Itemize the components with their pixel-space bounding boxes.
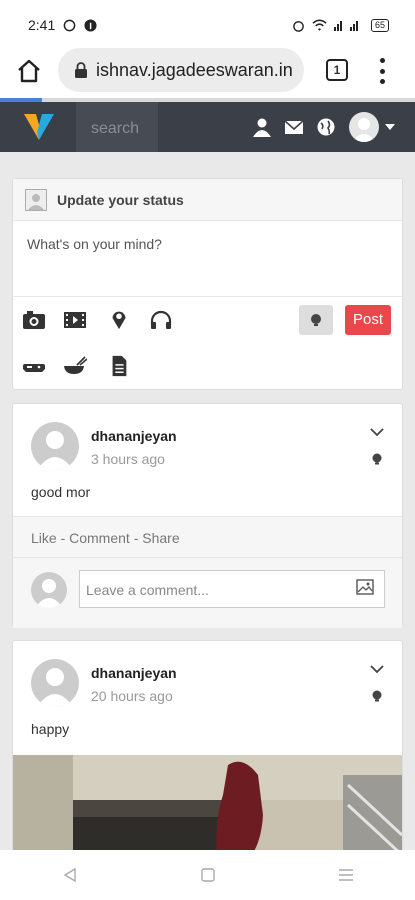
- system-nav-bar: [0, 850, 415, 900]
- address-bar[interactable]: ishnav.jagadeeswaran.in: [58, 48, 304, 92]
- author-avatar[interactable]: [31, 422, 79, 470]
- post-card: dhananjeyan 20 hours ago happy: [12, 640, 403, 865]
- alarm-icon: [293, 20, 304, 32]
- wifi-icon: [312, 19, 327, 31]
- tab-switcher-button[interactable]: 1: [326, 59, 348, 81]
- url-text: ishnav.jagadeeswaran.in: [96, 59, 293, 80]
- location-icon[interactable]: [107, 308, 131, 330]
- video-icon[interactable]: [63, 309, 87, 331]
- game-icon[interactable]: [22, 355, 46, 377]
- globe-icon[interactable]: [316, 117, 336, 137]
- post-photo[interactable]: [13, 755, 402, 865]
- document-icon[interactable]: [107, 355, 131, 377]
- site-navbar: search: [0, 102, 415, 152]
- status-update-card: Update your status What's on your mind? …: [12, 178, 403, 390]
- home-icon[interactable]: [16, 58, 42, 84]
- avatar: [31, 572, 67, 608]
- post-card: dhananjeyan 3 hours ago good mor Like - …: [12, 403, 403, 628]
- post-author[interactable]: dhananjeyan: [91, 428, 177, 444]
- status-card-title: Update your status: [57, 191, 184, 208]
- comment-row: Leave a comment...: [13, 558, 402, 628]
- menu-icon[interactable]: [378, 58, 386, 84]
- site-logo[interactable]: [22, 110, 56, 144]
- post-time: 3 hours ago: [91, 451, 165, 467]
- globe-icon: [311, 314, 321, 326]
- battery-indicator: 65: [370, 18, 389, 32]
- privacy-button[interactable]: [299, 305, 333, 335]
- image-upload-icon[interactable]: [356, 579, 374, 595]
- user-icon[interactable]: [252, 117, 272, 137]
- post-author[interactable]: dhananjeyan: [91, 665, 177, 681]
- author-avatar[interactable]: [31, 659, 79, 707]
- chevron-down-icon[interactable]: [369, 663, 385, 675]
- lock-icon: [75, 62, 87, 78]
- mail-icon[interactable]: [284, 117, 304, 137]
- status-textarea[interactable]: What's on your mind?: [13, 221, 402, 297]
- system-status-bar: 2:41 65: [0, 0, 415, 50]
- clock: 2:41: [28, 17, 56, 33]
- signal-icon: [333, 21, 358, 31]
- food-icon[interactable]: [63, 355, 87, 377]
- post-actions[interactable]: Like - Comment - Share: [13, 516, 402, 558]
- facebook-icon: [84, 18, 97, 32]
- recents-icon[interactable]: [338, 868, 354, 882]
- chevron-down-icon[interactable]: [369, 426, 385, 438]
- avatar[interactable]: [349, 112, 379, 142]
- post-button[interactable]: Post: [345, 305, 391, 335]
- post-text: happy: [31, 721, 70, 737]
- browser-toolbar: ishnav.jagadeeswaran.in 1: [0, 48, 415, 98]
- search-input[interactable]: search: [76, 102, 158, 152]
- whatsapp-icon: [63, 19, 76, 31]
- comment-input[interactable]: Leave a comment...: [79, 570, 385, 608]
- back-icon[interactable]: [62, 867, 78, 883]
- privacy-globe-icon: [372, 453, 382, 465]
- home-nav-icon[interactable]: [200, 868, 215, 882]
- privacy-globe-icon: [372, 690, 382, 702]
- status-card-header: Update your status: [13, 179, 402, 221]
- headphones-icon[interactable]: [149, 309, 173, 331]
- post-text: good mor: [31, 484, 91, 500]
- user-thumbnail: [25, 188, 47, 211]
- camera-icon[interactable]: [22, 309, 46, 331]
- post-time: 20 hours ago: [91, 688, 173, 704]
- chevron-down-icon[interactable]: [385, 124, 395, 130]
